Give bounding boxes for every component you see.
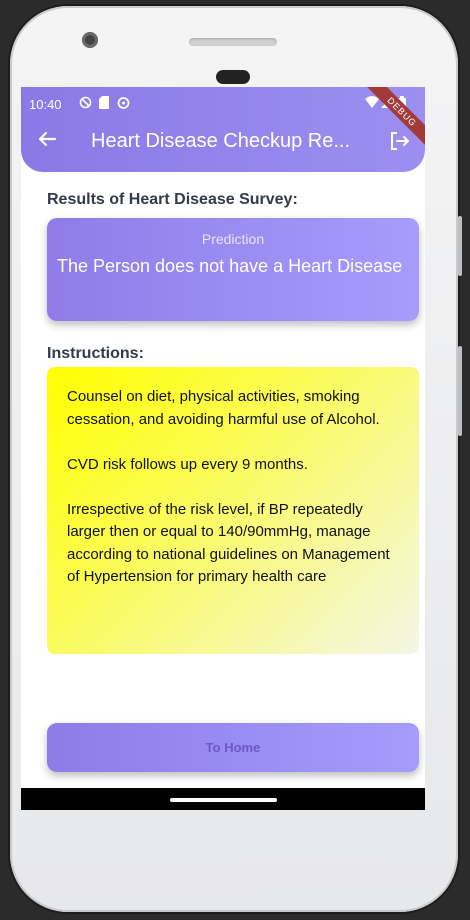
volume-button — [458, 216, 462, 276]
status-bar: 10:40 DEBUG — [21, 87, 425, 149]
earpiece — [216, 70, 250, 84]
status-time: 10:40 — [29, 97, 62, 112]
page-title: Heart Disease Checkup Re... — [91, 130, 351, 152]
prediction-card: Prediction The Person does not have a He… — [47, 218, 419, 321]
app-screen: 10:40 DEBUG Heart Disease Checkup Re... … — [21, 87, 425, 810]
logout-icon[interactable] — [387, 129, 411, 153]
android-icon — [117, 96, 130, 112]
sd-card-icon — [99, 96, 109, 112]
instructions-text: Counsel on diet, physical activities, sm… — [67, 388, 390, 585]
prediction-label: Prediction — [201, 231, 265, 247]
top-speaker — [189, 38, 277, 46]
to-home-button[interactable]: To Home — [47, 723, 419, 772]
app-bar: 10:40 DEBUG Heart Disease Checkup Re... — [21, 87, 425, 172]
results-heading: Results of Heart Disease Survey: — [47, 191, 298, 208]
shield-icon — [79, 96, 92, 112]
instructions-card: Counsel on diet, physical activities, sm… — [47, 367, 419, 654]
power-button — [458, 346, 462, 436]
home-gesture-handle[interactable] — [170, 798, 277, 802]
front-camera — [82, 32, 98, 48]
wifi-icon — [365, 96, 379, 111]
navigation-bar — [21, 788, 425, 810]
prediction-text: The Person does not have a Heart Disease — [57, 256, 403, 276]
instructions-heading: Instructions: — [47, 345, 144, 362]
arrow-back-icon[interactable] — [35, 127, 59, 151]
